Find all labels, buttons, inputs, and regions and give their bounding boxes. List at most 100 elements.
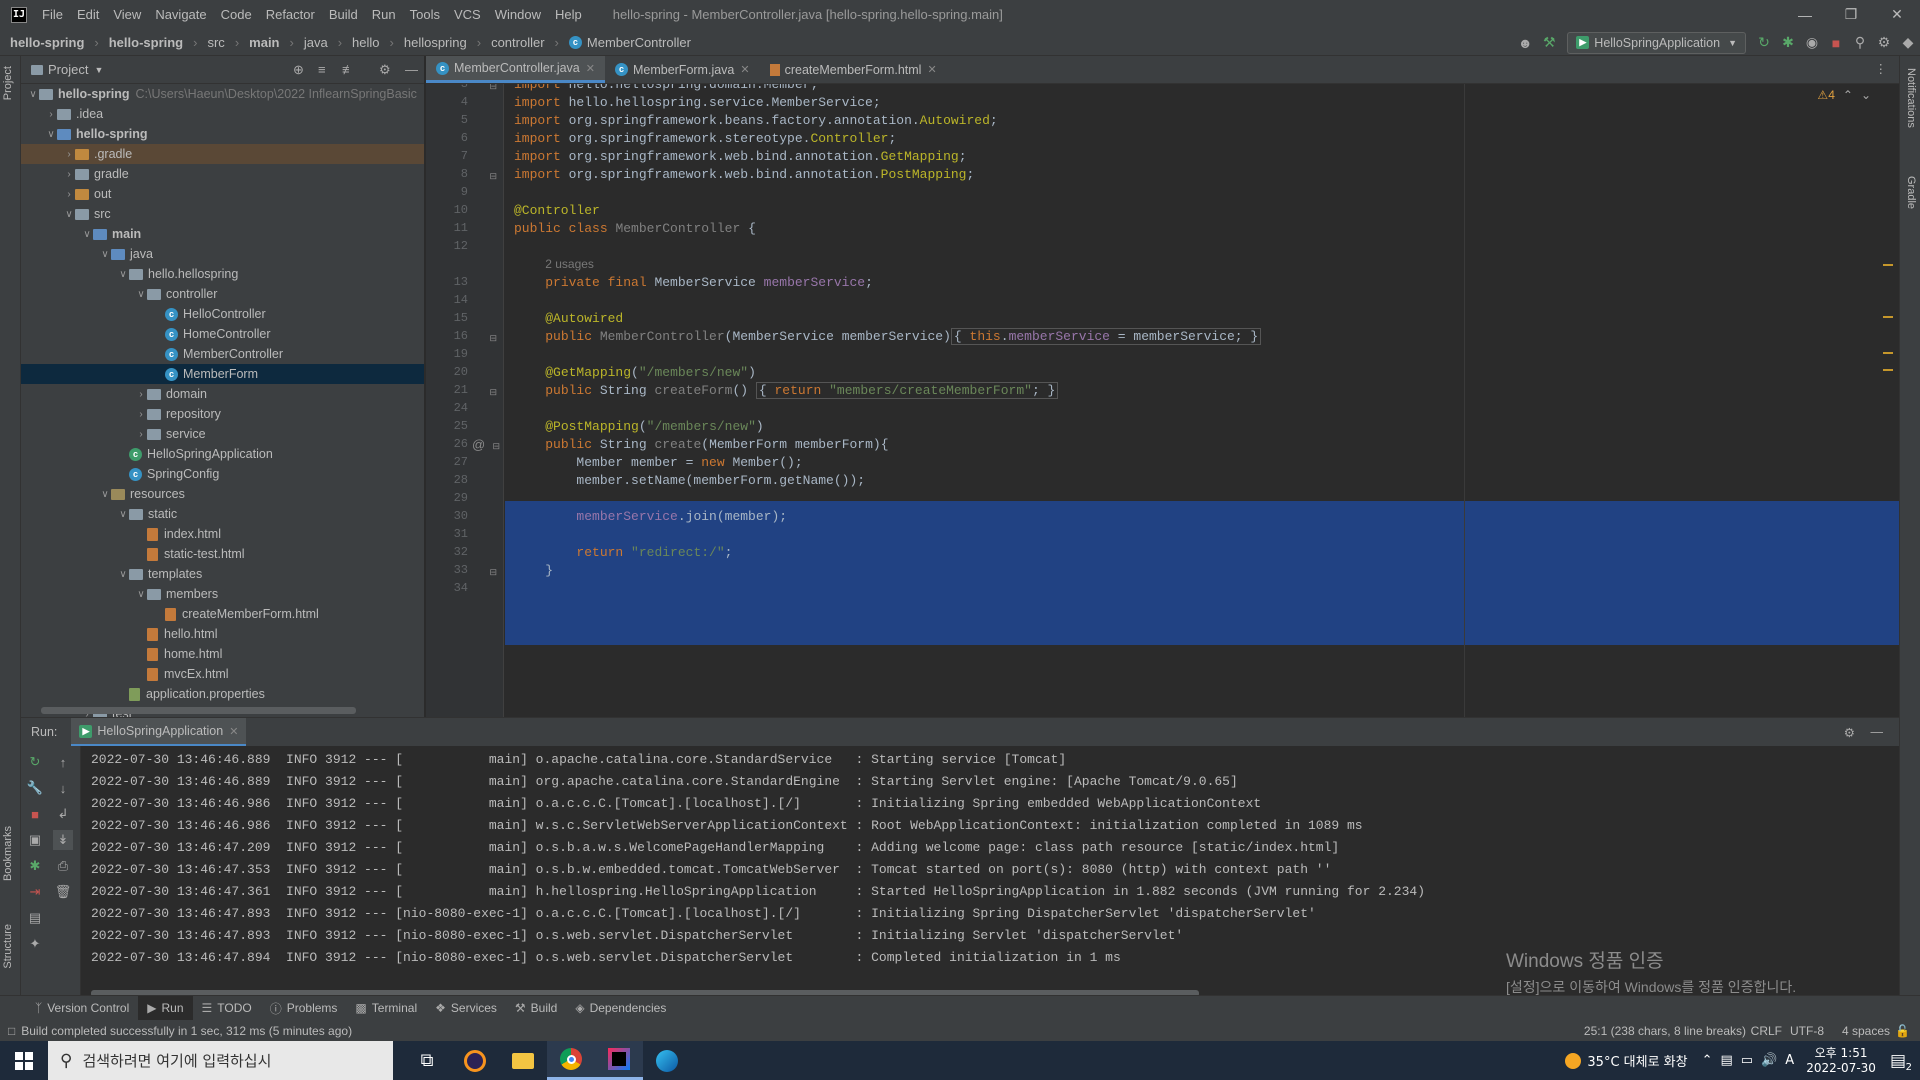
stripe-mark[interactable] bbox=[1883, 352, 1893, 354]
menu-run[interactable]: Run bbox=[365, 7, 403, 22]
code-line[interactable]: 33 ⊟ } bbox=[426, 561, 1899, 579]
breadcrumb-item[interactable]: controller bbox=[481, 35, 544, 50]
weather-text[interactable]: 35°C 대체로 화창 bbox=[1587, 1051, 1687, 1070]
close-tab-icon[interactable]: ✕ bbox=[927, 63, 936, 76]
code-line[interactable]: 34 bbox=[426, 579, 1899, 597]
tree-item[interactable]: ∨ hello-spring C:\Users\Haeun\Desktop\2022… bbox=[21, 84, 424, 104]
settings-gear-icon[interactable]: ⚙ bbox=[1872, 31, 1896, 55]
hide-panel-icon[interactable]: — bbox=[1871, 725, 1884, 739]
line-separator[interactable]: CRLF bbox=[1751, 1024, 1782, 1038]
fold-icon[interactable]: ⊟ bbox=[468, 167, 504, 182]
line-number[interactable]: 31 bbox=[426, 527, 468, 541]
tree-item[interactable]: c SpringConfig bbox=[21, 464, 424, 484]
edge-app-icon[interactable] bbox=[643, 1041, 691, 1080]
line-number[interactable]: 28 bbox=[426, 473, 468, 487]
menu-code[interactable]: Code bbox=[214, 7, 259, 22]
tool-build[interactable]: ⚒ Build bbox=[506, 996, 566, 1021]
scroll-to-end-icon[interactable]: ↡ bbox=[53, 830, 73, 850]
close-tab-icon[interactable]: ✕ bbox=[740, 63, 749, 76]
code-line[interactable]: 19 bbox=[426, 345, 1899, 363]
tree-item[interactable]: › .gradle bbox=[21, 144, 424, 164]
status-message[interactable]: Build completed successfully in 1 sec, 3… bbox=[21, 1024, 352, 1038]
build-hammer-icon[interactable]: ⚒ bbox=[1537, 31, 1561, 55]
tree-item[interactable]: ∨ members bbox=[21, 584, 424, 604]
chevron-down-icon[interactable]: ∨ bbox=[135, 589, 147, 600]
tree-item[interactable]: ∨ src bbox=[21, 204, 424, 224]
breadcrumb-item[interactable]: java bbox=[294, 35, 328, 50]
chevron-right-icon[interactable]: › bbox=[135, 429, 147, 440]
chevron-down-icon[interactable]: ∨ bbox=[81, 229, 93, 240]
log-line[interactable]: 2022-07-30 13:46:47.353 INFO 3912 --- [ … bbox=[91, 858, 1891, 880]
breadcrumb-item[interactable]: hellospring bbox=[394, 35, 467, 50]
tree-item[interactable]: › .idea bbox=[21, 104, 424, 124]
tree-item[interactable]: ∨ resources bbox=[21, 484, 424, 504]
lock-icon[interactable]: 🔓 bbox=[1895, 1024, 1910, 1038]
line-number[interactable]: 33 bbox=[426, 563, 468, 577]
menu-vcs[interactable]: VCS bbox=[447, 7, 488, 22]
code-line[interactable]: 15 @Autowired bbox=[426, 309, 1899, 327]
line-number[interactable]: 10 bbox=[426, 203, 468, 217]
display-icon[interactable]: ▭ bbox=[1741, 1053, 1753, 1068]
tree-item[interactable]: › gradle bbox=[21, 164, 424, 184]
user-icon[interactable]: ☻ bbox=[1513, 31, 1537, 55]
breadcrumb-item[interactable]: src bbox=[197, 35, 224, 50]
chevron-right-icon[interactable]: › bbox=[135, 409, 147, 420]
tree-item[interactable]: hello.html bbox=[21, 624, 424, 644]
code-line[interactable]: 14 bbox=[426, 291, 1899, 309]
fold-icon[interactable]: ⊟ bbox=[468, 84, 504, 92]
taskbar-search-box[interactable]: ⚲ 검색하려면 여기에 입력하십시 bbox=[48, 1041, 393, 1080]
tree-item[interactable]: mvcEx.html bbox=[21, 664, 424, 684]
scroll-up-icon[interactable]: ↑ bbox=[53, 752, 73, 772]
intellij-app-icon[interactable] bbox=[595, 1041, 643, 1080]
chevron-up-icon[interactable]: ⌃ bbox=[1702, 1053, 1713, 1068]
tool-run[interactable]: ▶ Run bbox=[138, 995, 193, 1021]
tab-member-controller[interactable]: c MemberController.java ✕ bbox=[426, 56, 605, 83]
tree-item[interactable]: home.html bbox=[21, 644, 424, 664]
code-line[interactable]: 32 return "redirect:/"; bbox=[426, 543, 1899, 561]
chevron-up-icon[interactable]: ⌃ bbox=[1843, 88, 1853, 102]
stripe-mark[interactable] bbox=[1883, 369, 1893, 371]
breadcrumb-item[interactable]: hello-spring bbox=[99, 35, 183, 50]
line-number[interactable]: 15 bbox=[426, 311, 468, 325]
indent-setting[interactable]: 4 spaces bbox=[1842, 1024, 1890, 1038]
pin-icon[interactable]: ✦ bbox=[25, 934, 45, 954]
menu-navigate[interactable]: Navigate bbox=[148, 7, 213, 22]
line-number[interactable]: 4 bbox=[426, 95, 468, 109]
code-line[interactable]: 12 bbox=[426, 237, 1899, 255]
tool-problems[interactable]: ⓘ Problems bbox=[261, 996, 347, 1021]
side-tab-structure[interactable]: Structure bbox=[2, 924, 14, 969]
line-number[interactable]: 8 bbox=[426, 167, 468, 181]
code-line[interactable]: 20 @GetMapping("/members/new") bbox=[426, 363, 1899, 381]
close-tab-icon[interactable]: ✕ bbox=[229, 725, 238, 738]
tree-item[interactable]: createMemberForm.html bbox=[21, 604, 424, 624]
menu-help[interactable]: Help bbox=[548, 7, 589, 22]
chevron-right-icon[interactable]: › bbox=[135, 389, 147, 400]
tree-item[interactable]: c MemberController bbox=[21, 344, 424, 364]
debug-icon[interactable]: ✱ bbox=[1776, 31, 1800, 55]
code-line[interactable]: 25 @PostMapping("/members/new") bbox=[426, 417, 1899, 435]
line-number[interactable]: 26 bbox=[426, 437, 468, 451]
log-line[interactable]: 2022-07-30 13:46:47.209 INFO 3912 --- [ … bbox=[91, 836, 1891, 858]
tree-item[interactable]: ∨ hello-spring bbox=[21, 124, 424, 144]
line-number[interactable]: 30 bbox=[426, 509, 468, 523]
code-line[interactable]: 28 member.setName(memberForm.getName()); bbox=[426, 471, 1899, 489]
log-line[interactable]: 2022-07-30 13:46:46.986 INFO 3912 --- [ … bbox=[91, 792, 1891, 814]
line-number[interactable]: 5 bbox=[426, 113, 468, 127]
run-tab[interactable]: ▶ HelloSpringApplication ✕ bbox=[71, 718, 247, 746]
tree-item[interactable]: index.html bbox=[21, 524, 424, 544]
line-number[interactable]: 7 bbox=[426, 149, 468, 163]
stripe-mark[interactable] bbox=[1883, 264, 1893, 266]
chevron-right-icon[interactable]: › bbox=[63, 149, 75, 160]
side-tab-notifications[interactable]: Notifications bbox=[1905, 68, 1917, 128]
menu-view[interactable]: View bbox=[106, 7, 148, 22]
line-number[interactable]: 34 bbox=[426, 581, 468, 595]
side-tab-bookmarks[interactable]: Bookmarks bbox=[2, 826, 14, 881]
code-line[interactable]: 26 @ ⊟ public String create(MemberForm me… bbox=[426, 435, 1899, 453]
line-number[interactable]: 24 bbox=[426, 401, 468, 415]
code-line[interactable]: 9 bbox=[426, 183, 1899, 201]
chevron-down-icon[interactable]: ∨ bbox=[135, 289, 147, 300]
more-tabs-icon[interactable]: ⋮ bbox=[1875, 61, 1888, 76]
minimize-button[interactable]: — bbox=[1782, 0, 1828, 29]
menu-window[interactable]: Window bbox=[488, 7, 548, 22]
log-line[interactable]: 2022-07-30 13:46:46.889 INFO 3912 --- [ … bbox=[91, 770, 1891, 792]
